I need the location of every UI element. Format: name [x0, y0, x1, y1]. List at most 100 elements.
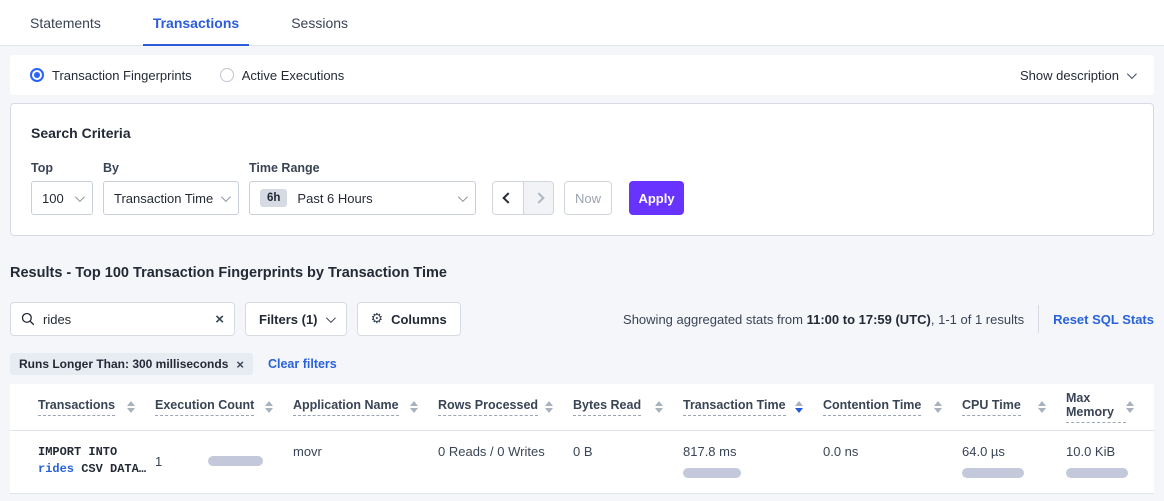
show-description-label: Show description — [1020, 68, 1119, 83]
chevron-right-icon — [533, 192, 544, 203]
chevron-down-icon — [221, 192, 231, 202]
aggregated-stats-text: Showing aggregated stats from 11:00 to 1… — [623, 312, 1024, 327]
cpu-time-value: 64.0 µs — [962, 444, 1052, 459]
columns-button-label: Columns — [391, 312, 447, 327]
time-range-badge: 6h — [260, 189, 287, 207]
sort-icon-active-desc[interactable] — [795, 401, 803, 413]
sort-icon[interactable] — [410, 401, 418, 413]
sql-line-2-rest: CSV DATA… — [74, 462, 146, 476]
column-header-cpu-time[interactable]: CPU Time — [962, 398, 1066, 416]
column-header-label: Transactions — [38, 398, 115, 416]
column-header-execution-count[interactable]: Execution Count — [155, 398, 293, 416]
search-match-highlight: rides — [38, 462, 74, 476]
top-select[interactable]: 100 — [31, 181, 93, 215]
chevron-down-icon — [75, 192, 85, 202]
search-box[interactable]: × — [10, 302, 235, 336]
tab-statements[interactable]: Statements — [20, 0, 111, 45]
search-icon — [21, 312, 35, 326]
time-nav-group — [492, 181, 554, 215]
transaction-fingerprint-link[interactable]: IMPORT INTO rides CSV DATA… — [38, 444, 155, 478]
cell-transaction-time: 817.8 ms — [683, 444, 823, 478]
cell-max-memory: 10.0 KiB — [1066, 444, 1154, 478]
column-header-max-memory[interactable]: Max Memory — [1066, 391, 1154, 423]
remove-filter-icon[interactable]: × — [236, 358, 244, 371]
clear-search-icon[interactable]: × — [215, 312, 224, 327]
column-header-contention-time[interactable]: Contention Time — [823, 398, 962, 416]
stats-range: 11:00 to 17:59 (UTC) — [807, 312, 931, 327]
sort-icon[interactable] — [1126, 401, 1134, 413]
results-controls-row: × Filters (1) ⚙ Columns Showing aggregat… — [10, 302, 1154, 336]
time-next-button[interactable] — [523, 182, 553, 214]
time-range-select[interactable]: 6h Past 6 Hours — [249, 181, 476, 215]
cell-contention-time: 0.0 ns — [823, 444, 962, 478]
sort-icon[interactable] — [1038, 401, 1046, 413]
column-header-label: Application Name — [293, 398, 399, 416]
by-select[interactable]: Transaction Time — [103, 181, 239, 215]
filter-chip: Runs Longer Than: 300 milliseconds × — [10, 353, 253, 375]
column-header-rows-processed[interactable]: Rows Processed — [438, 398, 573, 416]
search-criteria-controls: Top 100 By Transaction Time Time Range 6… — [31, 161, 1133, 215]
chevron-down-icon — [458, 192, 468, 202]
column-header-transaction-time[interactable]: Transaction Time — [683, 398, 823, 416]
sort-icon[interactable] — [127, 401, 135, 413]
radio-selected-icon[interactable] — [30, 68, 44, 82]
column-header-label: Contention Time — [823, 398, 921, 416]
radio-active-executions[interactable]: Active Executions — [220, 68, 345, 83]
show-description-toggle[interactable]: Show description — [1020, 68, 1134, 83]
columns-button[interactable]: ⚙ Columns — [357, 302, 461, 336]
search-input[interactable] — [43, 312, 215, 327]
results-heading: Results - Top 100 Transaction Fingerprin… — [10, 265, 1154, 281]
cell-application-name: movr — [293, 444, 438, 478]
filter-chip-row: Runs Longer Than: 300 milliseconds × Cle… — [10, 353, 1154, 375]
time-prev-button[interactable] — [493, 182, 523, 214]
sort-icon[interactable] — [655, 401, 663, 413]
column-header-application-name[interactable]: Application Name — [293, 398, 438, 416]
tab-transactions[interactable]: Transactions — [143, 0, 249, 45]
chevron-down-icon — [325, 313, 335, 323]
time-range-value: Past 6 Hours — [297, 191, 372, 206]
max-memory-bar — [1066, 468, 1128, 478]
by-select-value: Transaction Time — [114, 191, 213, 206]
table-header-row: Transactions Execution Count Application… — [10, 384, 1154, 431]
sql-activity-tabbar: Statements Transactions Sessions — [0, 0, 1164, 46]
column-header-bytes-read[interactable]: Bytes Read — [573, 398, 683, 416]
chevron-left-icon — [502, 192, 513, 203]
cell-bytes-read: 0 B — [573, 444, 683, 478]
apply-button[interactable]: Apply — [629, 181, 684, 215]
filters-button-label: Filters (1) — [259, 312, 318, 327]
reset-sql-stats-link[interactable]: Reset SQL Stats — [1053, 312, 1154, 327]
now-button[interactable]: Now — [564, 181, 612, 215]
tab-sessions[interactable]: Sessions — [281, 0, 358, 45]
sql-line-1: IMPORT INTO — [38, 444, 141, 461]
radio-active-executions-label: Active Executions — [242, 68, 345, 83]
column-header-label: Max Memory — [1066, 391, 1126, 423]
tab-sessions-label: Sessions — [291, 15, 348, 31]
cpu-time-bar — [962, 468, 1024, 478]
filter-chip-label: Runs Longer Than: 300 milliseconds — [19, 357, 228, 371]
column-header-label: Execution Count — [155, 398, 254, 416]
transaction-time-bar — [683, 468, 741, 478]
radio-unselected-icon[interactable] — [220, 68, 234, 82]
execution-count-value: 1 — [155, 454, 162, 469]
radio-transaction-fingerprints-label: Transaction Fingerprints — [52, 68, 192, 83]
cell-execution-count: 1 — [155, 444, 293, 478]
clear-filters-link[interactable]: Clear filters — [268, 357, 337, 371]
sort-icon[interactable] — [265, 401, 273, 413]
radio-transaction-fingerprints[interactable]: Transaction Fingerprints — [30, 68, 192, 83]
table-row: IMPORT INTO rides CSV DATA… 1 movr 0 Rea… — [10, 431, 1154, 494]
time-range-field: Time Range 6h Past 6 Hours — [249, 161, 476, 215]
sort-icon[interactable] — [545, 401, 553, 413]
by-field: By Transaction Time — [103, 161, 239, 215]
execution-count-bar — [208, 456, 263, 466]
sort-icon[interactable] — [934, 401, 942, 413]
results-table: Transactions Execution Count Application… — [10, 384, 1154, 494]
cell-rows-processed: 0 Reads / 0 Writes — [438, 444, 573, 478]
max-memory-value: 10.0 KiB — [1066, 444, 1140, 459]
column-header-label: Bytes Read — [573, 398, 641, 416]
view-toggle-bar: Transaction Fingerprints Active Executio… — [10, 55, 1154, 95]
cell-cpu-time: 64.0 µs — [962, 444, 1066, 478]
column-header-transactions[interactable]: Transactions — [38, 398, 155, 416]
filters-button[interactable]: Filters (1) — [245, 302, 347, 336]
tab-transactions-label: Transactions — [153, 15, 239, 31]
vertical-divider — [1038, 305, 1039, 333]
